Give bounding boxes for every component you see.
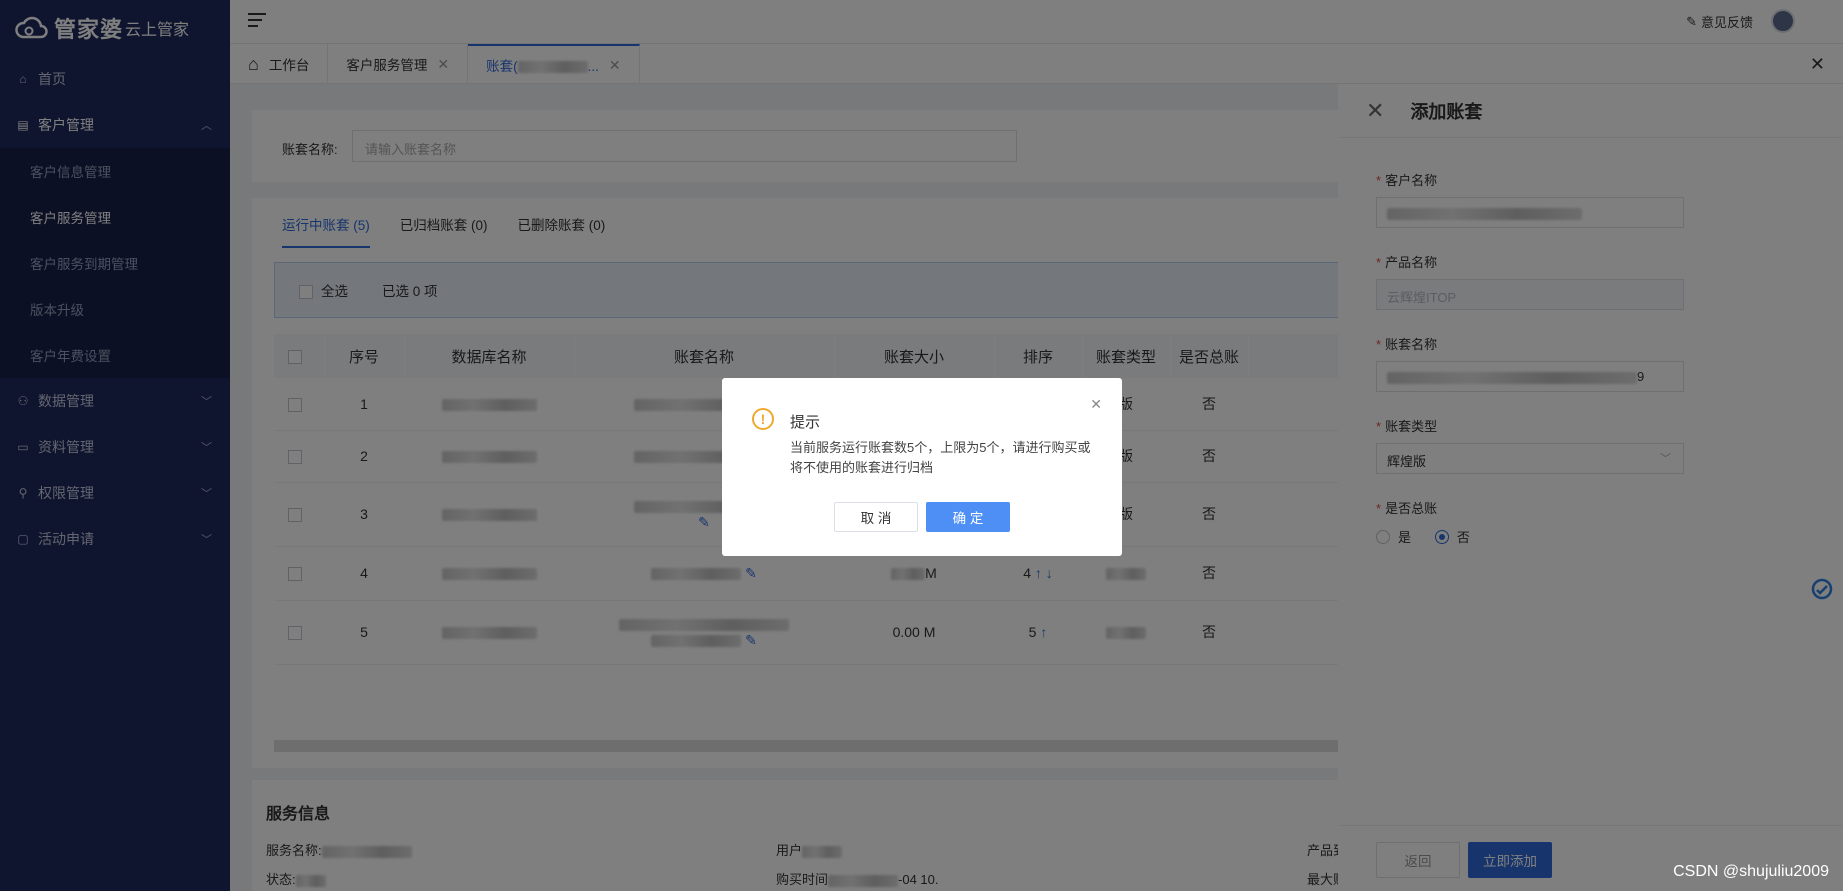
warning-icon: ! <box>752 408 774 430</box>
warning-modal: ✕ ! 提示 当前服务运行账套数5个，上限为5个，请进行购买或将不使用的账套进行… <box>722 378 1122 556</box>
close-icon[interactable]: ✕ <box>1090 396 1102 413</box>
drawer-dim <box>1338 84 1843 891</box>
watermark: CSDN @shujuliu2009 <box>1673 863 1829 880</box>
modal-title: 提示 <box>790 414 821 431</box>
cancel-button[interactable]: 取 消 <box>834 502 918 532</box>
modal-message: 当前服务运行账套数5个，上限为5个，请进行购买或将不使用的账套进行归档 <box>790 440 1091 475</box>
float-spacer <box>1800 566 1843 612</box>
confirm-button[interactable]: 确 定 <box>926 502 1010 532</box>
